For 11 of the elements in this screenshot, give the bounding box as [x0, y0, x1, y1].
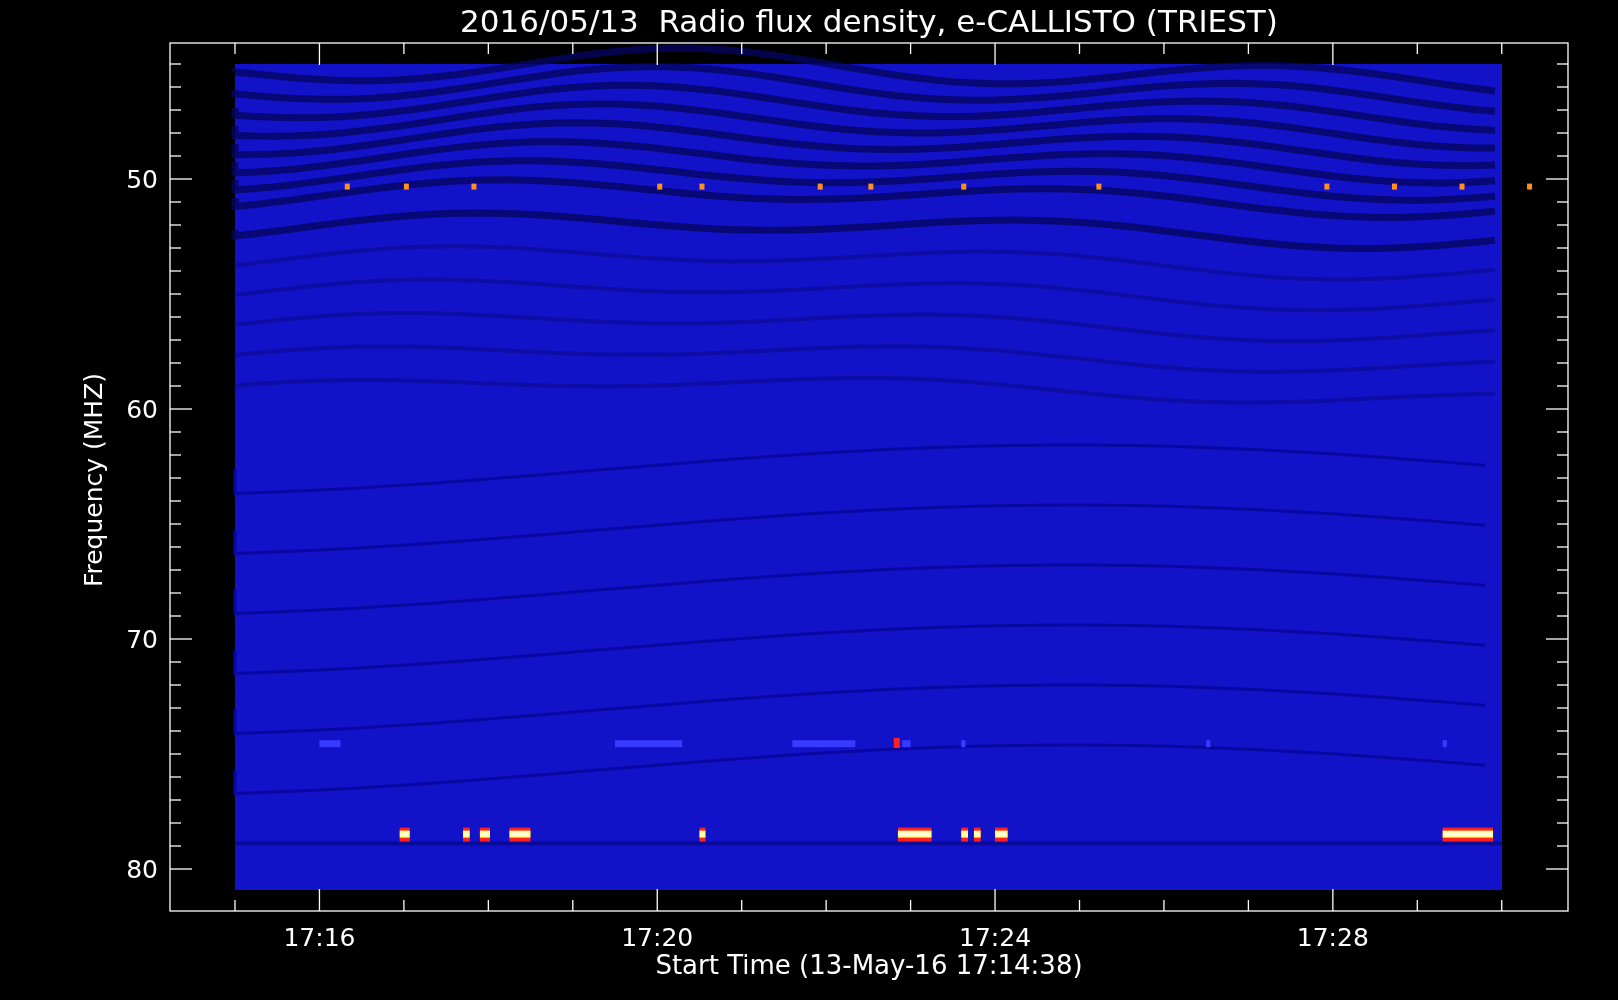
x-tick-label: 17:20	[621, 923, 694, 952]
x-axis-label: Start Time (13-May-16 17:14:38)	[655, 950, 1083, 980]
x-tick-label: 17:16	[283, 923, 356, 952]
y-axis-label: Frequency (MHZ)	[79, 372, 108, 588]
x-tick-label: 17:28	[1296, 923, 1369, 952]
y-tick-label: 50	[126, 165, 158, 194]
chart-title: 2016/05/13 Radio flux density, e-CALLISTO (TRIEST)	[460, 3, 1278, 39]
x-tick-label: 17:24	[959, 923, 1032, 952]
y-tick-label: 80	[126, 855, 158, 884]
y-tick-label: 70	[126, 625, 158, 654]
y-tick-label: 60	[126, 395, 158, 424]
